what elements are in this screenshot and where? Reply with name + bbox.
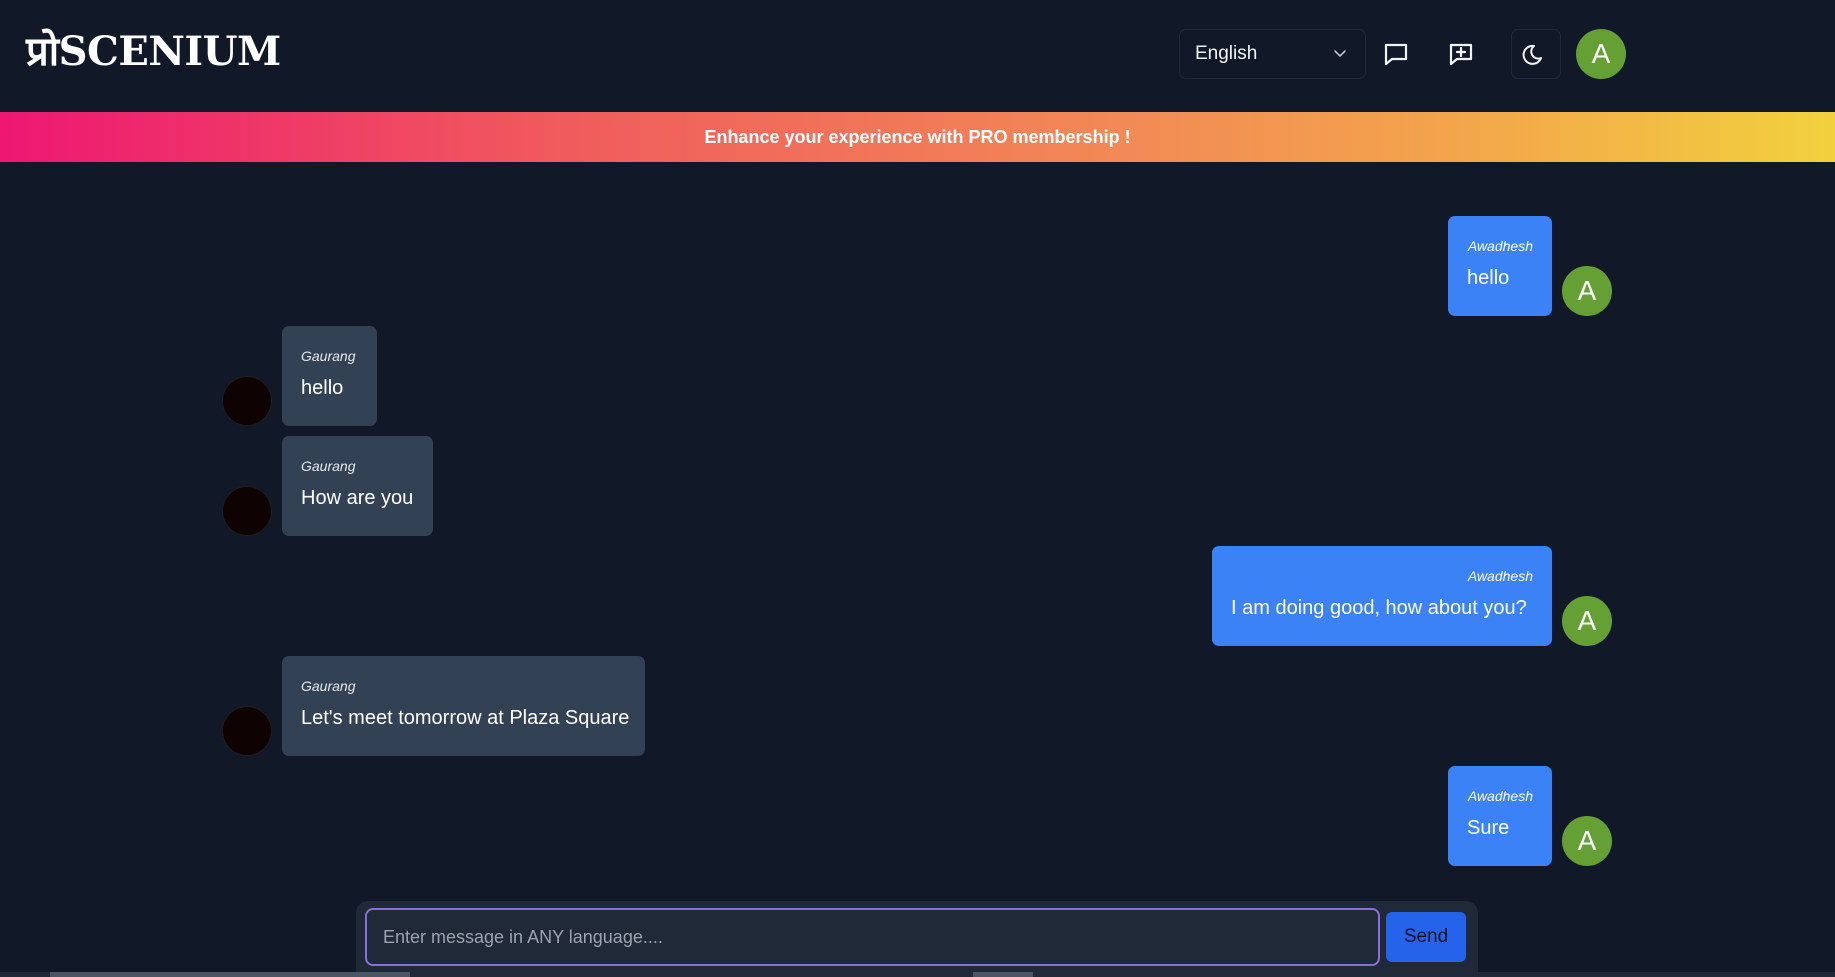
message-sender: Gaurang bbox=[301, 458, 356, 474]
message-sender: Gaurang bbox=[301, 678, 356, 694]
app-logo[interactable]: प्रोSCENIUM bbox=[26, 22, 281, 77]
chevron-down-icon bbox=[1334, 50, 1346, 57]
new-chat-icon bbox=[1449, 43, 1473, 66]
message-text: hello bbox=[1467, 267, 1510, 289]
message-sender: Awadhesh bbox=[1467, 238, 1533, 254]
contact-avatar bbox=[222, 376, 272, 426]
new-chat-button[interactable] bbox=[1436, 29, 1486, 79]
contact-avatar bbox=[222, 486, 272, 536]
message-text: Sure bbox=[1467, 817, 1510, 839]
pro-membership-banner[interactable]: Enhance your experience with PRO members… bbox=[0, 112, 1835, 162]
message-input[interactable] bbox=[365, 908, 1380, 966]
message-sender: Awadhesh bbox=[1467, 568, 1533, 584]
sender-avatar: A bbox=[1562, 266, 1612, 316]
message-sender: Awadhesh bbox=[1467, 788, 1533, 804]
user-avatar[interactable]: A bbox=[1576, 29, 1626, 79]
sender-avatar: A bbox=[1562, 816, 1612, 866]
message-bubble-received: Gaurang How are you bbox=[282, 436, 433, 536]
send-button[interactable]: Send bbox=[1386, 912, 1466, 962]
message-bubble-sent: Awadhesh Sure bbox=[1448, 766, 1552, 866]
message-bubble-received: Gaurang hello bbox=[282, 326, 377, 426]
scrollbar-thumb[interactable] bbox=[50, 972, 410, 977]
chats-button[interactable] bbox=[1371, 29, 1421, 79]
language-select[interactable]: English bbox=[1179, 29, 1366, 79]
theme-toggle-button[interactable] bbox=[1511, 29, 1561, 79]
moon-icon bbox=[1522, 44, 1542, 65]
scrollbar-thumb-secondary[interactable] bbox=[973, 972, 1033, 977]
message-bubble-sent: Awadhesh hello bbox=[1448, 216, 1552, 316]
message-text: Let's meet tomorrow at Plaza Square bbox=[301, 707, 630, 729]
horizontal-scrollbar[interactable] bbox=[0, 972, 1835, 977]
message-text: How are you bbox=[301, 487, 414, 509]
message-text: hello bbox=[301, 377, 344, 399]
contact-avatar bbox=[222, 706, 272, 756]
language-select-value: English bbox=[1195, 43, 1258, 64]
message-text: I am doing good, how about you? bbox=[1231, 597, 1527, 619]
app-header: प्रोSCENIUM English A bbox=[0, 0, 1835, 112]
banner-text: Enhance your experience with PRO members… bbox=[704, 126, 1131, 147]
message-bubble-received: Gaurang Let's meet tomorrow at Plaza Squ… bbox=[282, 656, 645, 756]
message-sender: Gaurang bbox=[301, 348, 356, 364]
chat-icon bbox=[1384, 43, 1408, 66]
sender-avatar: A bbox=[1562, 596, 1612, 646]
message-bubble-sent: Awadhesh I am doing good, how about you? bbox=[1212, 546, 1552, 646]
